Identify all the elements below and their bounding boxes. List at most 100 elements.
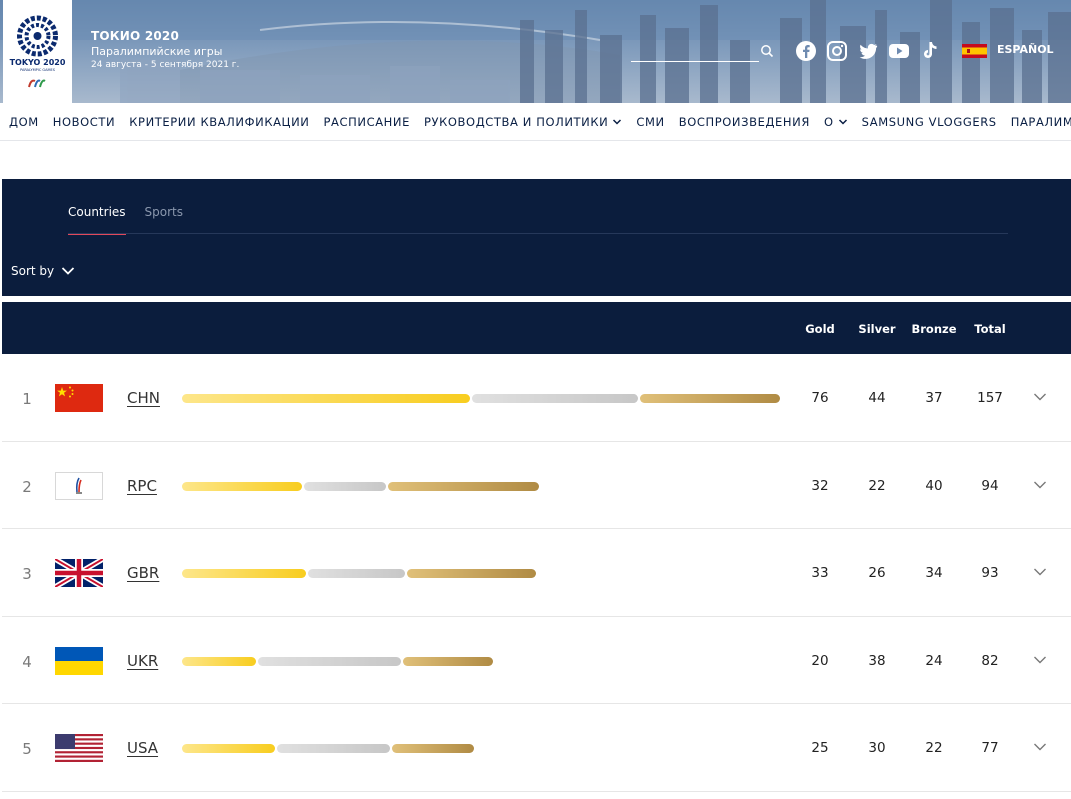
silver-count: 30 xyxy=(868,740,886,756)
total-count: 94 xyxy=(981,477,999,494)
sort-by-label: Sort by xyxy=(11,264,55,278)
gold-count: 32 xyxy=(811,477,829,494)
tab-countries[interactable]: Countries xyxy=(68,205,126,235)
silver-count: 38 xyxy=(868,652,886,669)
gold-bar xyxy=(182,656,256,666)
country-code[interactable]: CHN xyxy=(127,389,160,407)
brand-block: ТОКИО 2020 Паралимпийские игры 24 август… xyxy=(91,29,239,70)
tab-divider xyxy=(68,233,1008,234)
gold-count: 20 xyxy=(811,652,829,669)
nav-label: SAMSUNG VLOGGERS xyxy=(861,114,997,129)
rpc-flag-icon xyxy=(55,471,103,500)
medal-table-body: 1 CHN 76 44 37 157 2 RPC 32 22 40 94 3 G… xyxy=(2,354,1071,792)
country-code[interactable]: UKR xyxy=(127,652,158,670)
table-row[interactable]: 4 UKR 20 38 24 82 xyxy=(2,617,1071,704)
silver-bar xyxy=(258,656,401,666)
nav-item-news[interactable]: НОВОСТИ xyxy=(53,115,116,129)
ukraine-flag-icon xyxy=(55,646,103,675)
nav-item-home[interactable]: ДОМ xyxy=(9,115,39,129)
silver-bar xyxy=(472,394,638,403)
nav-item-paralympics[interactable]: ПАРАЛИМПИЙ xyxy=(1011,115,1071,129)
gold-count: 33 xyxy=(811,565,829,581)
chevron-down-icon[interactable] xyxy=(1033,392,1047,402)
table-row[interactable]: 5 USA 25 30 22 77 xyxy=(2,704,1071,792)
total-count: 157 xyxy=(977,390,1003,406)
silver-count: 26 xyxy=(868,565,886,581)
chevron-down-icon xyxy=(62,267,75,275)
gold-bar xyxy=(182,394,470,403)
nav-label: РАСПИСАНИЕ xyxy=(323,114,410,129)
search-input[interactable] xyxy=(631,61,759,62)
country-code[interactable]: USA xyxy=(127,739,158,757)
total-count: 82 xyxy=(981,652,999,669)
brand-title: ТОКИО 2020 xyxy=(91,29,180,43)
rank: 5 xyxy=(22,740,32,758)
silver-bar xyxy=(308,569,405,578)
total-count: 77 xyxy=(981,740,999,756)
bronze-count: 40 xyxy=(925,477,943,494)
tiktok-icon[interactable] xyxy=(919,40,941,62)
bronze-bar xyxy=(407,569,536,578)
sort-by-dropdown[interactable]: Sort by xyxy=(11,264,75,278)
nav-item-qualification[interactable]: КРИТЕРИИ КВАЛИФИКАЦИИ xyxy=(129,115,309,129)
nav-item-media[interactable]: СМИ xyxy=(636,115,664,129)
uk-flag-icon xyxy=(55,559,103,587)
gold-count: 76 xyxy=(811,390,829,406)
twitter-icon[interactable] xyxy=(857,40,879,62)
silver-bar xyxy=(304,481,386,491)
bronze-count: 22 xyxy=(925,740,943,756)
nav-item-samsung-vloggers[interactable]: SAMSUNG VLOGGERS xyxy=(862,115,997,129)
table-row[interactable]: 1 CHN 76 44 37 157 xyxy=(2,354,1071,442)
column-header-bronze[interactable]: Bronze xyxy=(904,322,964,336)
nav-item-about[interactable]: О xyxy=(824,115,848,129)
bronze-count: 37 xyxy=(925,390,943,406)
chevron-down-icon[interactable] xyxy=(1033,480,1047,490)
column-header-total[interactable]: Total xyxy=(960,322,1020,336)
chevron-down-icon xyxy=(613,118,622,125)
brand-dates: 24 августа - 5 сентября 2021 г. xyxy=(91,60,240,70)
language-switch[interactable]: ESPAÑOL xyxy=(997,43,1054,56)
facebook-icon[interactable] xyxy=(795,40,817,62)
rank: 2 xyxy=(22,477,32,496)
bronze-bar xyxy=(392,744,474,753)
nav-item-schedule[interactable]: РАСПИСАНИЕ xyxy=(324,115,411,129)
nav-item-guides[interactable]: РУКОВОДСТВА И ПОЛИТИКИ xyxy=(424,115,622,129)
bronze-count: 24 xyxy=(925,652,943,669)
country-code[interactable]: GBR xyxy=(127,564,159,582)
medal-table-header: Gold Silver Bronze Total xyxy=(2,302,1071,354)
table-row[interactable]: 2 RPC 32 22 40 94 xyxy=(2,442,1071,529)
chevron-down-icon xyxy=(838,118,847,125)
rank: 4 xyxy=(22,652,32,671)
silver-count: 44 xyxy=(868,390,886,406)
tab-sports[interactable]: Sports xyxy=(145,205,183,235)
tokyo-2020-logo[interactable]: TOKYO 2020 PARALYMPIC GAMES xyxy=(3,0,72,103)
youtube-icon[interactable] xyxy=(888,40,910,62)
chevron-down-icon[interactable] xyxy=(1033,742,1047,752)
nav-item-replays[interactable]: ВОСПРОИЗВЕДЕНИЯ xyxy=(679,115,810,129)
bronze-bar xyxy=(403,656,493,666)
spain-flag-icon[interactable] xyxy=(962,44,987,58)
gold-bar xyxy=(182,744,275,753)
tab-bar: Countries Sports xyxy=(68,205,183,235)
instagram-icon[interactable] xyxy=(826,40,848,62)
country-code[interactable]: RPC xyxy=(127,477,157,495)
bronze-bar xyxy=(640,394,780,403)
nav-label: РУКОВОДСТВА И ПОЛИТИКИ xyxy=(424,114,609,129)
nav-label: ВОСПРОИЗВЕДЕНИЯ xyxy=(678,114,810,129)
nav-label: НОВОСТИ xyxy=(52,114,116,129)
chevron-down-icon[interactable] xyxy=(1033,655,1047,665)
column-header-silver[interactable]: Silver xyxy=(847,322,907,336)
usa-flag-icon xyxy=(55,734,103,762)
agitos-icon xyxy=(28,79,46,88)
table-row[interactable]: 3 GBR 33 26 34 93 xyxy=(2,529,1071,617)
nav-label: КРИТЕРИИ КВАЛИФИКАЦИИ xyxy=(129,114,310,129)
bronze-bar xyxy=(388,481,539,491)
header-banner: TOKYO 2020 PARALYMPIC GAMES ТОКИО 2020 П… xyxy=(0,0,1071,103)
logo-text: TOKYO 2020 xyxy=(9,58,66,67)
search-icon[interactable] xyxy=(760,44,774,58)
main-nav: ДОМ НОВОСТИ КРИТЕРИИ КВАЛИФИКАЦИИ РАСПИС… xyxy=(0,103,1071,141)
china-flag-icon xyxy=(55,384,103,412)
column-header-gold[interactable]: Gold xyxy=(790,322,850,336)
chevron-down-icon[interactable] xyxy=(1033,567,1047,577)
gold-bar xyxy=(182,569,306,578)
